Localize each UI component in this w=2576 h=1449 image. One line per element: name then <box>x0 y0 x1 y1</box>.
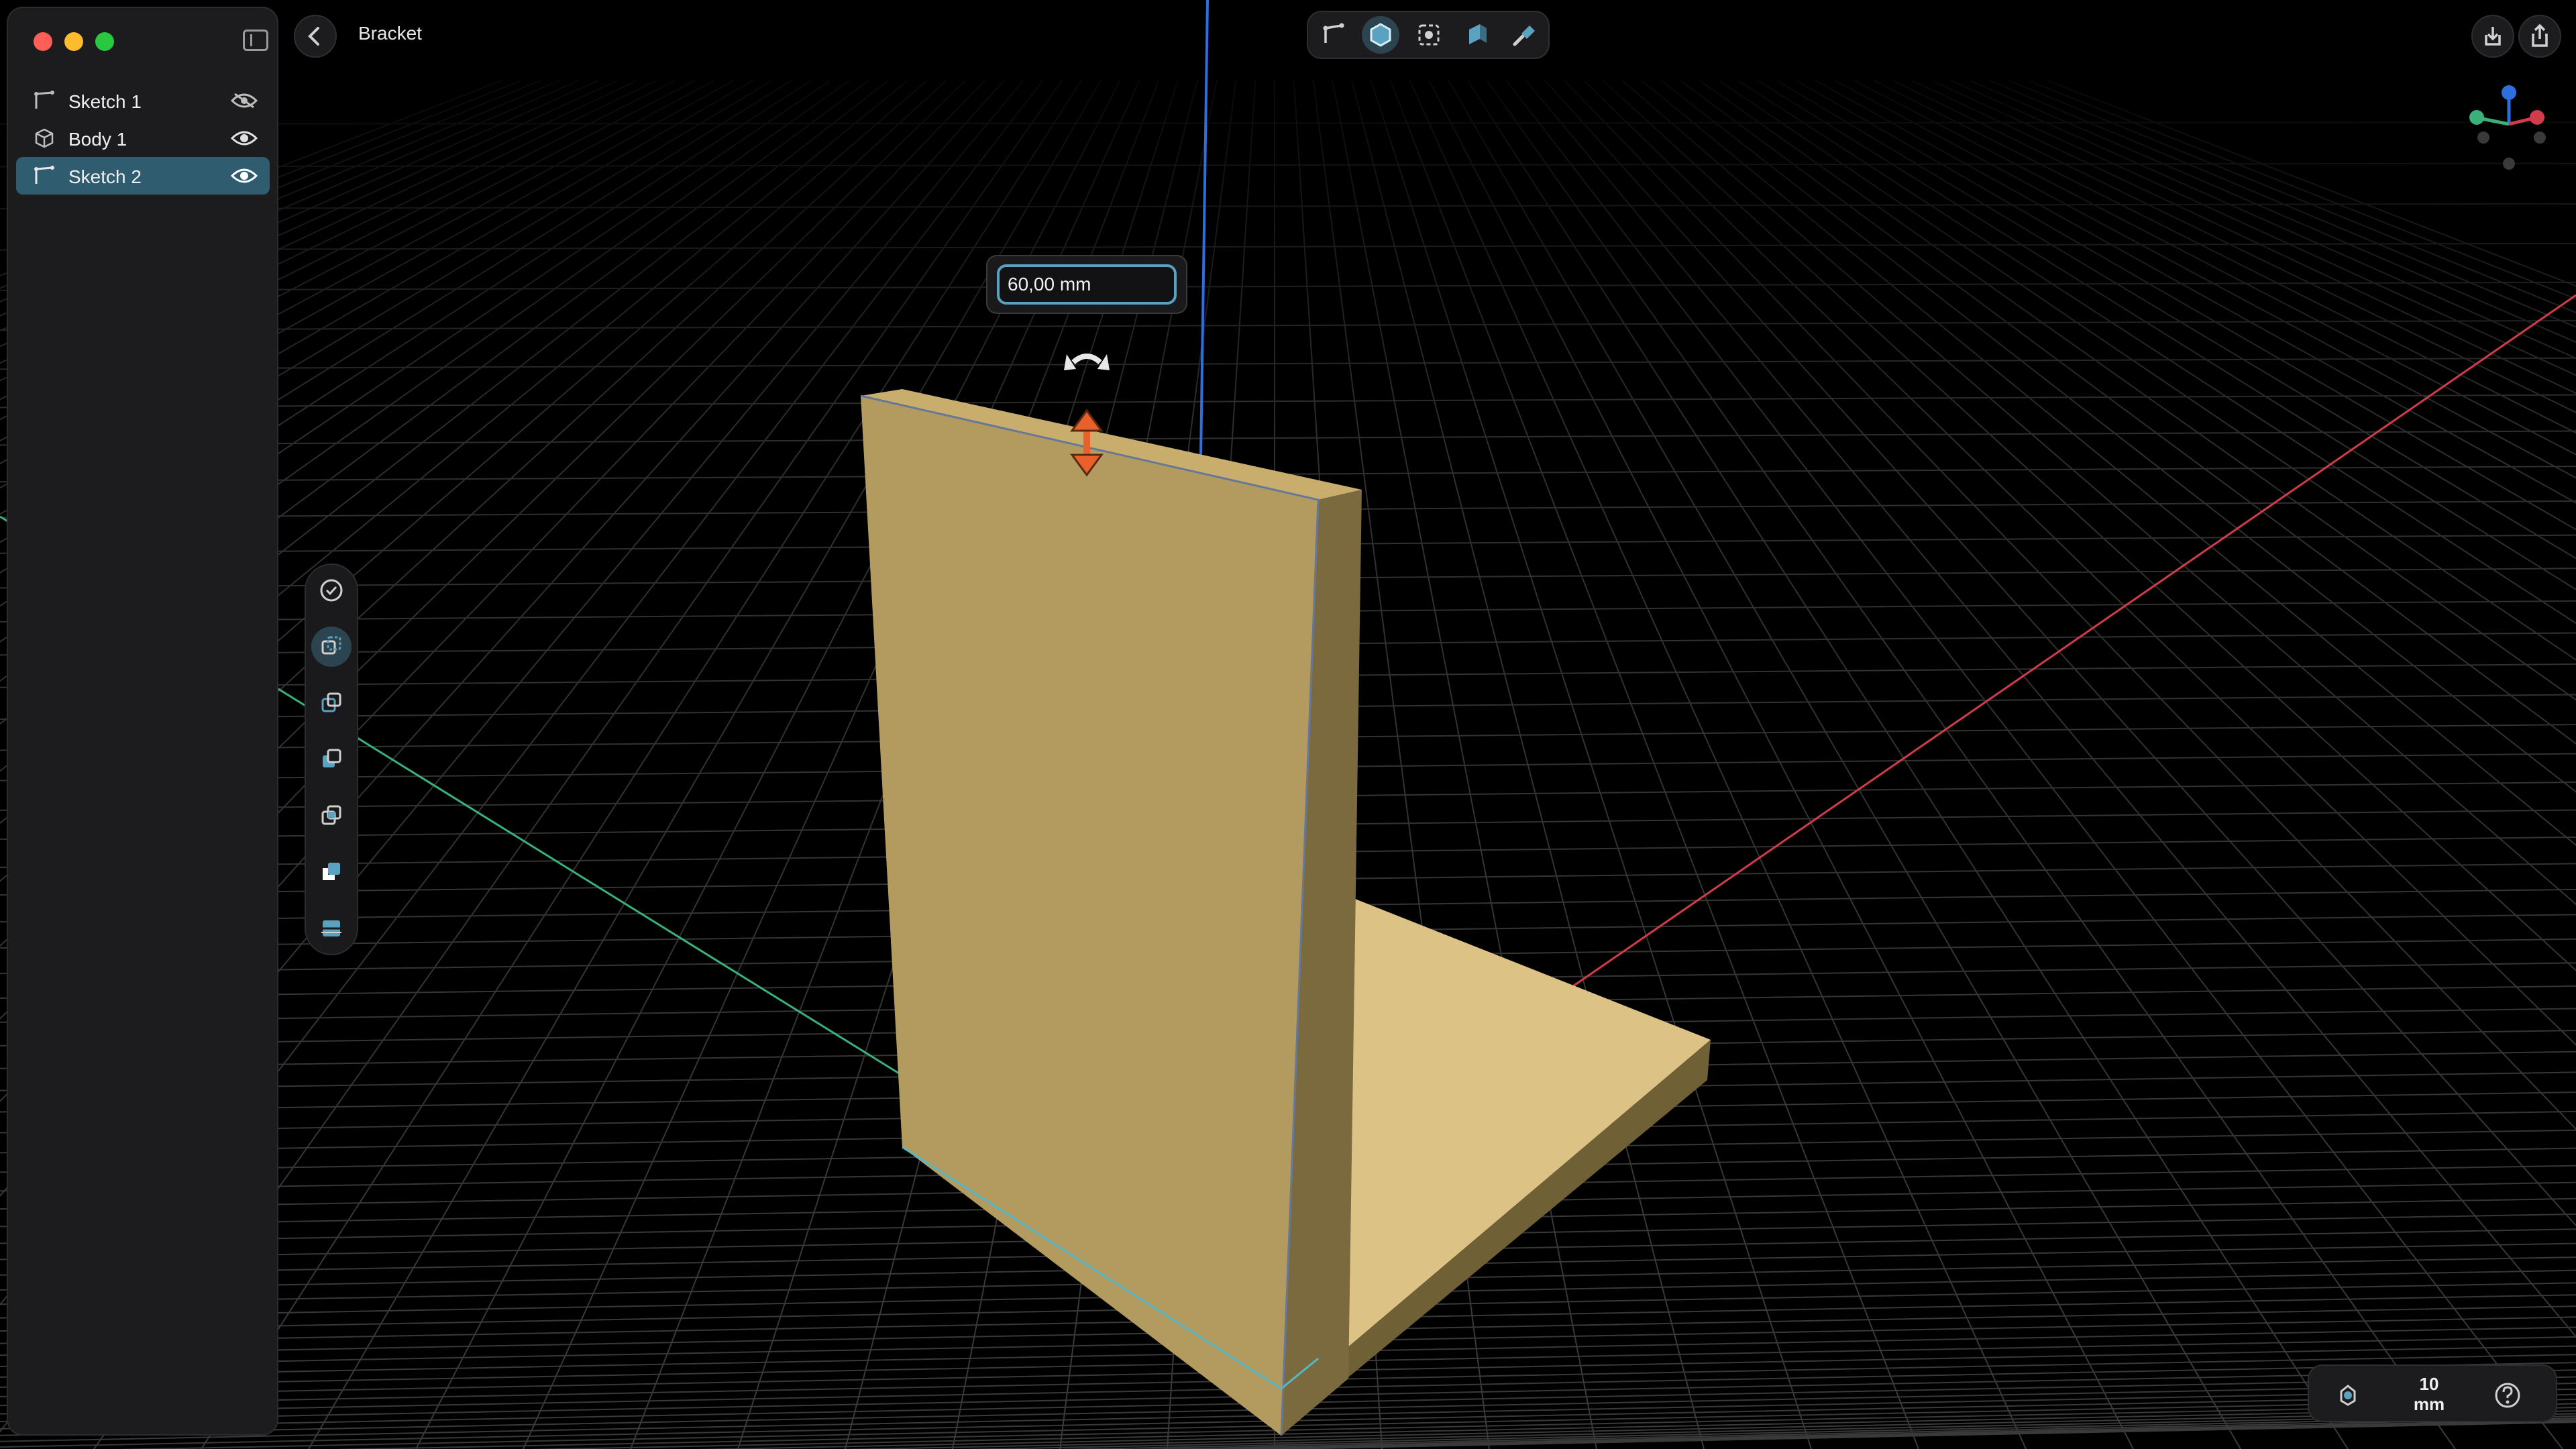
maximize-window-button[interactable] <box>95 32 114 51</box>
tree-item-sketch-1[interactable]: Sketch 1 <box>16 82 270 119</box>
tree-item-label: Sketch 1 <box>68 91 142 112</box>
solid-mode-icon <box>1370 23 1391 47</box>
cut-button[interactable] <box>311 739 352 780</box>
grid-scale-indicator[interactable]: 10 mm <box>2385 1374 2473 1414</box>
tree-item-sketch-2[interactable]: Sketch 2 <box>16 157 270 195</box>
grid-scale-unit: mm <box>2413 1394 2445 1414</box>
cut-icon <box>323 749 341 767</box>
select-mode-button[interactable] <box>1410 16 1448 54</box>
import-icon <box>2485 27 2501 46</box>
document-title: Bracket <box>358 23 422 44</box>
tree-item-label: Body 1 <box>68 129 127 150</box>
split-icon <box>321 920 341 936</box>
paint-mode-icon <box>1513 25 1535 46</box>
confirm-button[interactable] <box>311 570 352 610</box>
sketch-icon <box>34 166 54 184</box>
mode-toolbar <box>1307 11 1550 59</box>
3d-viewport[interactable] <box>0 0 2576 1449</box>
minimize-window-button[interactable] <box>64 32 83 51</box>
share-icon <box>2532 23 2548 47</box>
subtract-button[interactable] <box>311 852 352 892</box>
sidebar: Sketch 1 Body 1 Sketch 2 <box>7 7 278 1436</box>
chevron-left-icon <box>308 27 319 46</box>
help-icon[interactable] <box>2489 1377 2526 1414</box>
grid-scale-value: 10 <box>2419 1374 2439 1394</box>
tree-item-label: Sketch 2 <box>68 166 142 187</box>
operation-toolbar <box>305 564 358 955</box>
snap-settings-icon[interactable] <box>2329 1377 2367 1414</box>
join-icon <box>321 692 341 712</box>
extrude-mode-button[interactable] <box>1458 16 1496 54</box>
solid-mode-button[interactable] <box>1362 16 1399 54</box>
sidebar-toggle-icon[interactable] <box>243 30 268 51</box>
sketch-icon <box>34 91 54 109</box>
body-cube-icon <box>35 128 54 148</box>
intersect-icon <box>321 805 341 825</box>
close-window-button[interactable] <box>34 32 52 51</box>
subtract-icon <box>323 863 340 880</box>
sketch-mode-button[interactable] <box>1315 16 1352 54</box>
new-body-button[interactable] <box>311 627 352 667</box>
dimension-input-popover <box>986 255 1187 314</box>
eye-icon[interactable] <box>231 166 258 185</box>
eye-icon[interactable] <box>231 129 258 148</box>
hidden-eye-icon[interactable] <box>231 91 258 110</box>
split-button[interactable] <box>311 908 352 949</box>
paint-mode-button[interactable] <box>1505 16 1543 54</box>
back-button[interactable] <box>294 15 337 58</box>
dimension-input[interactable] <box>997 264 1177 305</box>
new-body-icon <box>321 636 341 655</box>
join-button[interactable] <box>311 683 352 723</box>
share-button[interactable] <box>2518 15 2561 58</box>
extrude-mode-icon <box>1469 24 1487 44</box>
sketch-mode-icon <box>1323 23 1344 43</box>
confirm-icon <box>320 579 343 602</box>
select-mode-icon <box>1418 24 1440 46</box>
tree-item-body-1[interactable]: Body 1 <box>16 119 270 157</box>
intersect-button[interactable] <box>311 796 352 836</box>
import-button[interactable] <box>2471 15 2514 58</box>
